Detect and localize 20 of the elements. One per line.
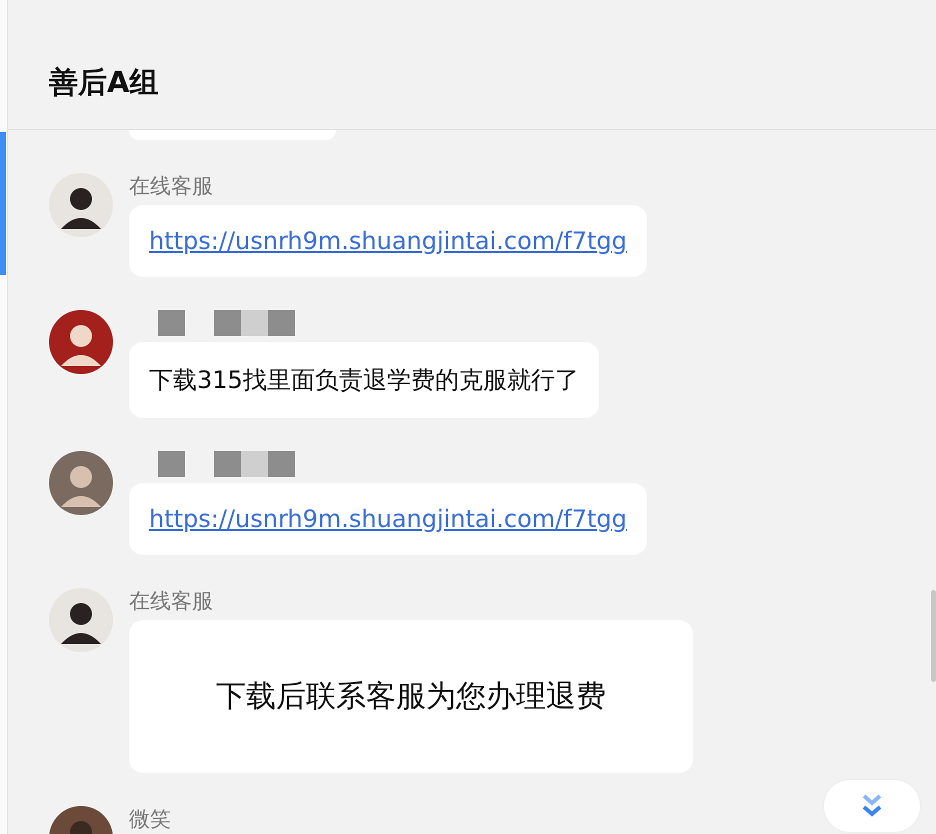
message-link[interactable]: https://usnrh9m.shuangjintai.com/f7tgg: [149, 505, 627, 533]
chat-title: 善后A组: [49, 64, 158, 101]
avatar[interactable]: [49, 588, 113, 652]
sender-name: 在线客服: [129, 173, 213, 200]
redaction-mark: [241, 451, 268, 477]
redaction-mark: [268, 310, 295, 336]
redaction-mark: [214, 310, 241, 336]
sender-name: 在线客服: [129, 588, 213, 615]
double-chevron-icon: [861, 793, 883, 819]
redaction-mark: [241, 310, 268, 336]
scrollbar[interactable]: [931, 590, 936, 682]
redaction-mark: [268, 451, 295, 477]
message-link[interactable]: https://usnrh9m.shuangjintai.com/f7tgg: [149, 227, 627, 255]
sender-name: 微笑: [129, 806, 171, 833]
avatar[interactable]: [49, 310, 113, 374]
image-text: 下载后联系客服为您办理退费: [216, 678, 606, 716]
message-bubble: 下载315找里面负责退学费的克服就行了: [129, 342, 599, 418]
image-message[interactable]: 下载后联系客服为您办理退费: [129, 620, 693, 773]
redaction-mark: [214, 451, 241, 477]
avatar[interactable]: [49, 173, 113, 237]
